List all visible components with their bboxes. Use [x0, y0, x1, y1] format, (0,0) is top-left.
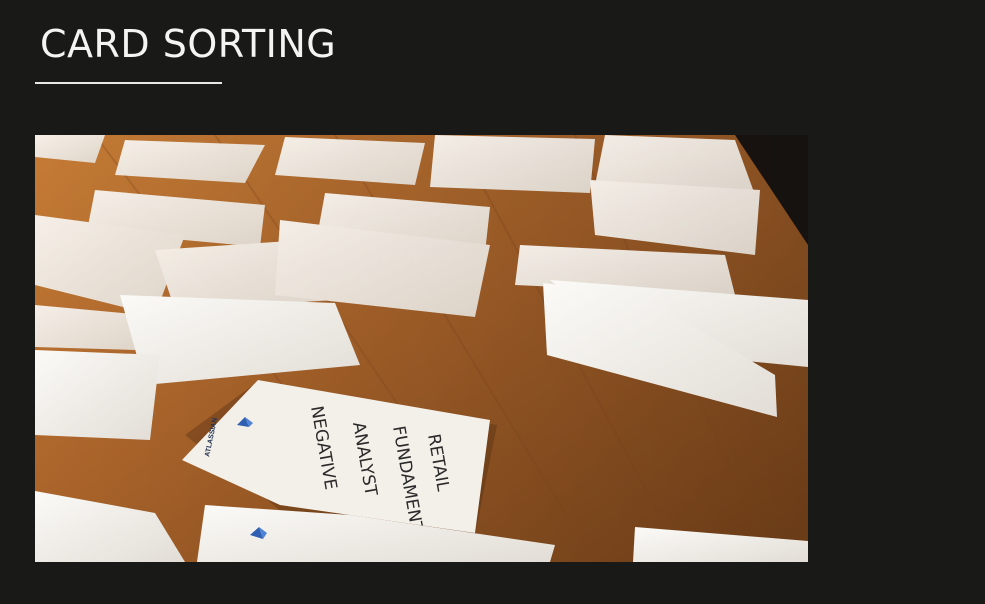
card-sorting-photo: RETAIL FUNDAMENTAL ANALYST NEGATIVE ATLA… [35, 135, 808, 562]
title-underline [35, 82, 222, 84]
page-title: CARD SORTING [40, 22, 337, 66]
slide: CARD SORTING RETAIL FUNDAMENTAL ANALYST … [0, 0, 985, 604]
photo-illustration: RETAIL FUNDAMENTAL ANALYST NEGATIVE ATLA… [35, 135, 808, 562]
